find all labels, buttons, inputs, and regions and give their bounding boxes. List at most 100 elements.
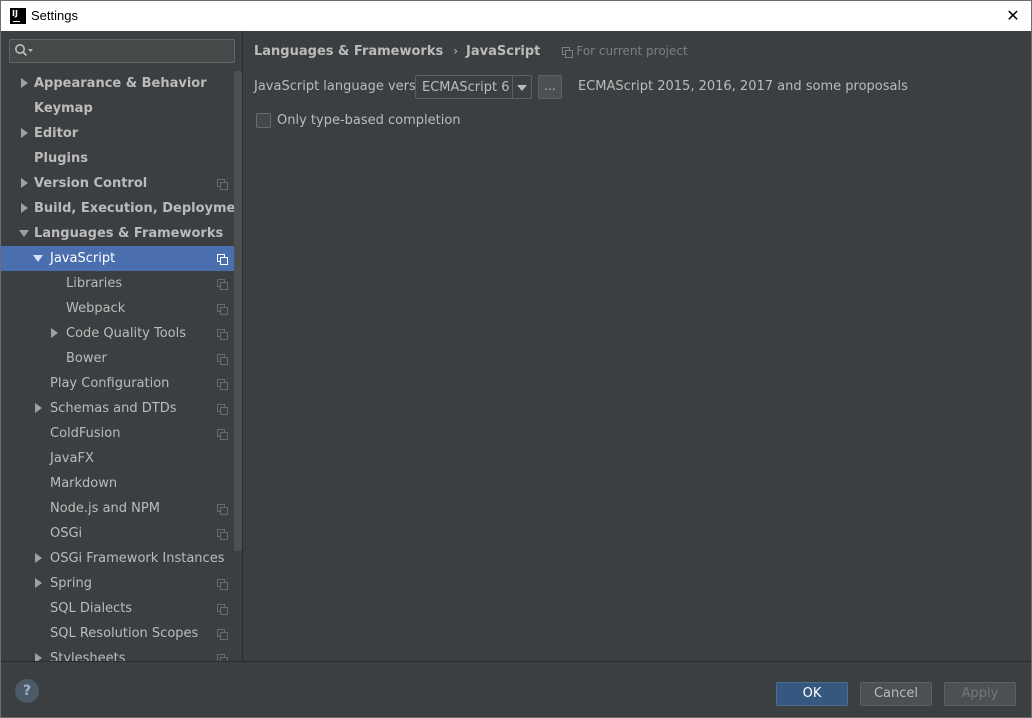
project-scope-icon bbox=[217, 529, 228, 540]
sidebar-item-editor[interactable]: Editor bbox=[1, 121, 242, 146]
project-scope-icon bbox=[217, 354, 228, 365]
sidebar-item-label: Languages & Frameworks bbox=[34, 226, 224, 241]
chevron-right-icon[interactable] bbox=[33, 646, 45, 661]
language-version-description: ECMAScript 2015, 2016, 2017 and some pro… bbox=[578, 79, 908, 94]
sidebar-item-label: Bower bbox=[66, 351, 107, 366]
chevron-down-icon[interactable] bbox=[19, 221, 31, 246]
sidebar-item-label: Schemas and DTDs bbox=[50, 401, 177, 416]
project-scope-icon bbox=[217, 654, 228, 661]
sidebar-item-webpack[interactable]: Webpack bbox=[1, 296, 242, 321]
sidebar-item-label: Version Control bbox=[34, 176, 148, 191]
help-icon[interactable]: ? bbox=[15, 679, 39, 703]
sidebar-item-spring[interactable]: Spring bbox=[1, 571, 242, 596]
chevron-down-icon[interactable] bbox=[33, 246, 45, 271]
title-bar: IJ Settings ✕ bbox=[0, 0, 1032, 31]
project-scope-icon bbox=[217, 629, 228, 640]
project-scope-icon bbox=[217, 429, 228, 440]
language-version-label: JavaScript language version bbox=[254, 79, 436, 94]
sidebar-item-label: Play Configuration bbox=[50, 376, 170, 391]
chevron-right-icon[interactable] bbox=[33, 546, 45, 571]
sidebar-item-javascript[interactable]: JavaScript bbox=[1, 246, 242, 271]
sidebar-item-label: Editor bbox=[34, 126, 79, 141]
sidebar-item-label: Code Quality Tools bbox=[66, 326, 187, 341]
sidebar-item-stylesheets[interactable]: Stylesheets bbox=[1, 646, 242, 661]
sidebar-item-label: Build, Execution, Deployment bbox=[34, 201, 243, 216]
sidebar-item-plugins[interactable]: Plugins bbox=[1, 146, 242, 171]
window-title: Settings bbox=[31, 8, 78, 23]
project-scope-icon bbox=[217, 604, 228, 615]
dropdown-divider bbox=[512, 76, 513, 98]
sidebar-item-label: OSGi bbox=[50, 526, 83, 541]
sidebar-item-label: JavaFX bbox=[50, 451, 94, 466]
sidebar-item-languages-frameworks[interactable]: Languages & Frameworks bbox=[1, 221, 242, 246]
project-scope-icon bbox=[217, 179, 228, 190]
sidebar-item-label: JavaScript bbox=[50, 251, 116, 266]
sidebar-item-label: Webpack bbox=[66, 301, 126, 316]
sidebar-item-code-quality-tools[interactable]: Code Quality Tools bbox=[1, 321, 242, 346]
chevron-right-icon[interactable] bbox=[19, 171, 31, 196]
sidebar-item-sql-resolution-scopes[interactable]: SQL Resolution Scopes bbox=[1, 621, 242, 646]
sidebar-item-label: SQL Dialects bbox=[50, 601, 133, 616]
chevron-right-icon[interactable] bbox=[19, 121, 31, 146]
project-scope-icon bbox=[217, 279, 228, 290]
sidebar-item-osgi-framework-instances[interactable]: OSGi Framework Instances bbox=[1, 546, 242, 571]
search-field[interactable] bbox=[9, 39, 235, 63]
type-based-completion-checkbox[interactable] bbox=[256, 113, 271, 128]
project-scope-icon bbox=[217, 504, 228, 515]
sidebar-item-build-execution-deployment[interactable]: Build, Execution, Deployment bbox=[1, 196, 243, 221]
chevron-right-icon[interactable] bbox=[49, 321, 61, 346]
sidebar-scrollbar[interactable] bbox=[234, 71, 242, 551]
sidebar-item-label: SQL Resolution Scopes bbox=[50, 626, 199, 641]
sidebar-item-label: Libraries bbox=[66, 276, 123, 291]
type-based-completion-label[interactable]: Only type-based completion bbox=[277, 113, 461, 128]
chevron-right-icon[interactable] bbox=[19, 71, 31, 96]
sidebar-item-label: Node.js and NPM bbox=[50, 501, 160, 516]
sidebar-item-appearance-behavior[interactable]: Appearance & Behavior bbox=[1, 71, 242, 96]
language-version-row: JavaScript language version ECMAScript 6… bbox=[254, 75, 1014, 99]
apply-button[interactable]: Apply bbox=[944, 682, 1016, 706]
settings-sidebar: Appearance & Behavior Keymap Editor Plugins… bbox=[1, 31, 243, 661]
language-version-more-button[interactable]: ... bbox=[538, 75, 562, 99]
project-scope-icon bbox=[217, 404, 228, 415]
chevron-down-icon[interactable] bbox=[517, 85, 527, 91]
sidebar-item-play-configuration[interactable]: Play Configuration bbox=[1, 371, 242, 396]
sidebar-item-label: ColdFusion bbox=[50, 426, 121, 441]
sidebar-item-version-control[interactable]: Version Control bbox=[1, 171, 242, 196]
language-version-value: ECMAScript 6 bbox=[422, 80, 510, 95]
chevron-right-icon[interactable] bbox=[33, 571, 45, 596]
chevron-right-icon[interactable] bbox=[19, 196, 31, 221]
sidebar-item-label: Keymap bbox=[34, 101, 93, 116]
breadcrumb-current: JavaScript bbox=[466, 44, 541, 59]
breadcrumb: Languages & Frameworks › JavaScript For cur… bbox=[254, 44, 688, 62]
project-scope-label: For current project bbox=[562, 44, 688, 58]
project-scope-icon bbox=[217, 329, 228, 340]
sidebar-item-node-js-and-npm[interactable]: Node.js and NPM bbox=[1, 496, 242, 521]
settings-content: Languages & Frameworks › JavaScript For cur… bbox=[244, 31, 1031, 661]
project-scope-icon bbox=[217, 304, 228, 315]
project-scope-icon bbox=[217, 254, 228, 265]
cancel-button[interactable]: Cancel bbox=[860, 682, 932, 706]
sidebar-item-label: OSGi Framework Instances bbox=[50, 551, 225, 566]
sidebar-item-libraries[interactable]: Libraries bbox=[1, 271, 242, 296]
project-scope-icon bbox=[217, 379, 228, 390]
sidebar-item-osgi[interactable]: OSGi bbox=[1, 521, 242, 546]
sidebar-item-javafx[interactable]: JavaFX bbox=[1, 446, 242, 471]
dialog-footer: ? OK Cancel Apply bbox=[1, 661, 1031, 717]
close-button[interactable]: ✕ bbox=[1001, 4, 1025, 28]
intellij-idea-icon: IJ bbox=[10, 8, 26, 24]
sidebar-item-label: Appearance & Behavior bbox=[34, 76, 207, 91]
sidebar-item-label: Plugins bbox=[34, 151, 88, 166]
breadcrumb-parent: Languages & Frameworks bbox=[254, 44, 444, 59]
sidebar-item-sql-dialects[interactable]: SQL Dialects bbox=[1, 596, 242, 621]
sidebar-item-markdown[interactable]: Markdown bbox=[1, 471, 242, 496]
sidebar-item-bower[interactable]: Bower bbox=[1, 346, 242, 371]
language-version-dropdown[interactable]: ECMAScript 6 bbox=[415, 75, 532, 99]
sidebar-item-coldfusion[interactable]: ColdFusion bbox=[1, 421, 242, 446]
search-icon[interactable] bbox=[14, 43, 34, 59]
sidebar-item-schemas-and-dtds[interactable]: Schemas and DTDs bbox=[1, 396, 242, 421]
breadcrumb-separator: › bbox=[453, 44, 459, 58]
chevron-right-icon[interactable] bbox=[33, 396, 45, 421]
sidebar-item-keymap[interactable]: Keymap bbox=[1, 96, 242, 121]
ok-button[interactable]: OK bbox=[776, 682, 848, 706]
sidebar-item-label: Stylesheets bbox=[50, 651, 126, 661]
